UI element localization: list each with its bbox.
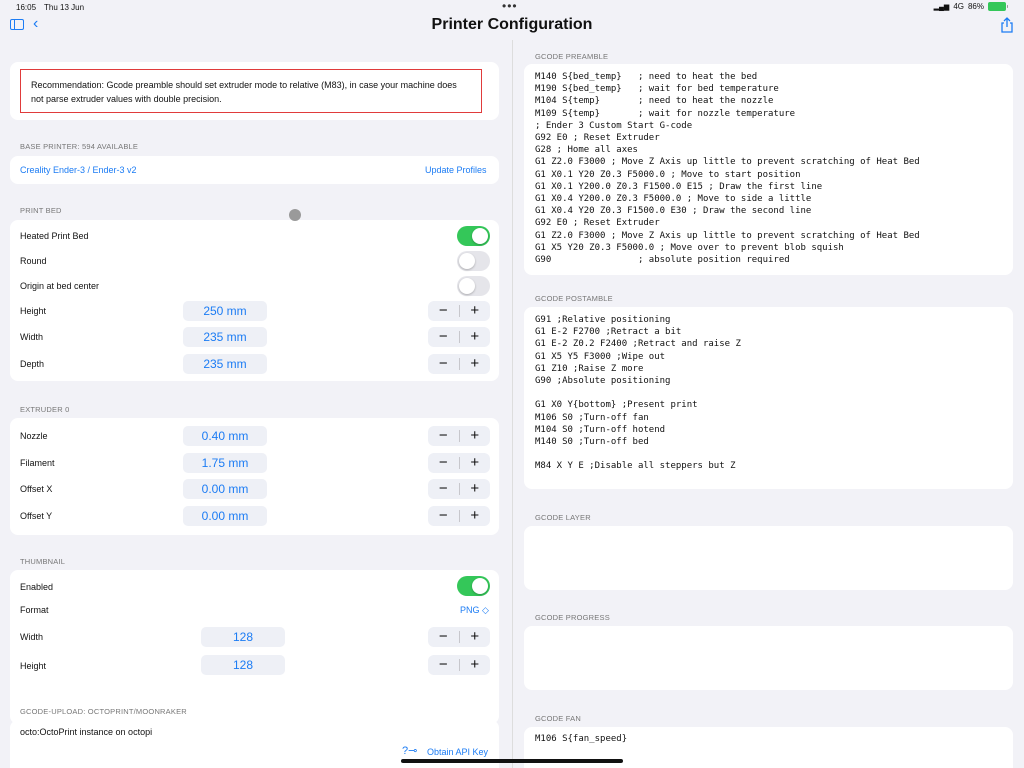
gcode-layer-editor[interactable]	[524, 526, 1013, 590]
minus-icon[interactable]: −	[428, 627, 459, 647]
upload-header: GCODE-UPLOAD: OCTOPRINT/MOONRAKER	[20, 707, 187, 716]
filament-label: Filament	[20, 458, 55, 468]
bed-depth-stepper[interactable]: − +	[428, 354, 490, 374]
origin-center-toggle[interactable]	[457, 276, 490, 296]
recommendation-text: Recommendation: Gcode preamble should se…	[20, 69, 482, 113]
filament-stepper[interactable]: − +	[428, 453, 490, 473]
page-title: Printer Configuration	[431, 16, 593, 33]
obtain-api-key-button[interactable]: Obtain API Key	[427, 747, 488, 757]
gcode-progress-editor[interactable]	[524, 626, 1013, 690]
gcode-layer-header: GCODE LAYER	[535, 513, 591, 522]
signal-icon: ▂▄▆	[933, 3, 950, 11]
gcode-fan-text[interactable]: M106 S{fan_speed}	[535, 733, 627, 745]
filament-field[interactable]: 1.75 mm	[183, 453, 267, 473]
minus-icon[interactable]: −	[428, 453, 459, 473]
plus-icon[interactable]: +	[460, 655, 491, 675]
nozzle-label: Nozzle	[20, 431, 48, 441]
minus-icon[interactable]: −	[428, 506, 459, 526]
right-pane-gcode[interactable]: GCODE PREAMBLE M140 S{bed_temp} ; need t…	[514, 40, 1024, 768]
thumbnail-height-field[interactable]: 128	[201, 655, 285, 675]
bed-depth-field[interactable]: 235 mm	[183, 354, 267, 374]
bed-height-field[interactable]: 250 mm	[183, 301, 267, 321]
battery-percent: 86%	[967, 2, 984, 11]
thumbnail-enabled-label: Enabled	[20, 582, 54, 592]
thumbnail-card	[10, 570, 499, 724]
offset-x-field[interactable]: 0.00 mm	[183, 479, 267, 499]
thumbnail-header: THUMBNAIL	[20, 557, 66, 566]
minus-icon[interactable]: −	[428, 479, 459, 499]
offset-x-label: Offset X	[20, 484, 53, 494]
gcode-postamble-header: GCODE POSTAMBLE	[535, 294, 613, 303]
plus-icon[interactable]: +	[460, 506, 491, 526]
plus-icon[interactable]: +	[460, 354, 491, 374]
scroll-indicator[interactable]	[289, 209, 301, 221]
gcode-fan-header: GCODE FAN	[535, 714, 581, 723]
offset-x-stepper[interactable]: − +	[428, 479, 490, 499]
base-printer-name[interactable]: Creality Ender-3 / Ender-3 v2	[20, 165, 137, 175]
plus-icon[interactable]: +	[460, 426, 491, 446]
heated-bed-label: Heated Print Bed	[20, 231, 89, 241]
status-bar: 16:05 Thu 13 Jun ••• ▂▄▆ 4G 86%	[0, 0, 1024, 14]
base-printer-header: BASE PRINTER: 594 AVAILABLE	[20, 142, 139, 151]
update-profiles-button[interactable]: Update Profiles	[425, 165, 487, 175]
thumbnail-height-stepper[interactable]: − +	[428, 655, 490, 675]
thumbnail-format-label: Format	[20, 605, 49, 615]
share-icon[interactable]	[1000, 17, 1014, 33]
bed-height-stepper[interactable]: − +	[428, 301, 490, 321]
network-label: 4G	[953, 2, 964, 11]
gcode-preamble-header: GCODE PREAMBLE	[535, 52, 609, 61]
thumbnail-width-stepper[interactable]: − +	[428, 627, 490, 647]
gcode-progress-header: GCODE PROGRESS	[535, 613, 610, 622]
home-indicator[interactable]	[401, 759, 623, 763]
bed-width-label: Width	[20, 332, 44, 342]
offset-y-label: Offset Y	[20, 511, 53, 521]
status-date: Thu 13 Jun	[44, 3, 85, 12]
origin-center-label: Origin at bed center	[20, 281, 100, 291]
status-time: 16:05	[16, 3, 37, 12]
left-pane-settings[interactable]: Recommendation: Gcode preamble should se…	[0, 40, 510, 768]
minus-icon[interactable]: −	[428, 655, 459, 675]
print-bed-header: PRINT BED	[20, 206, 62, 215]
thumbnail-format-select[interactable]: PNG ◇	[460, 605, 489, 616]
split-divider[interactable]	[512, 40, 513, 768]
multitasking-dots-icon[interactable]: •••	[502, 0, 518, 12]
bed-height-label: Height	[20, 306, 47, 316]
navigation-bar: ‹ Printer Configuration	[0, 14, 1024, 40]
minus-icon[interactable]: −	[428, 327, 459, 347]
gcode-postamble-text[interactable]: G91 ;Relative positioning G1 E-2 F2700 ;…	[535, 314, 741, 473]
status-indicators: ▂▄▆ 4G 86%	[933, 2, 1008, 11]
bed-width-field[interactable]: 235 mm	[183, 327, 267, 347]
plus-icon[interactable]: +	[460, 453, 491, 473]
nozzle-field[interactable]: 0.40 mm	[183, 426, 267, 446]
key-icon[interactable]: ?⊸	[402, 744, 417, 757]
plus-icon[interactable]: +	[460, 327, 491, 347]
heated-bed-toggle[interactable]	[457, 226, 490, 246]
round-toggle[interactable]	[457, 251, 490, 271]
plus-icon[interactable]: +	[460, 627, 491, 647]
bed-width-stepper[interactable]: − +	[428, 327, 490, 347]
thumbnail-enabled-toggle[interactable]	[457, 576, 490, 596]
plus-icon[interactable]: +	[460, 479, 491, 499]
plus-icon[interactable]: +	[460, 301, 491, 321]
thumbnail-height-label: Height	[20, 661, 47, 671]
gcode-preamble-text[interactable]: M140 S{bed_temp} ; need to heat the bed …	[535, 71, 920, 266]
extruder-header: EXTRUDER 0	[20, 405, 70, 414]
minus-icon[interactable]: −	[428, 354, 459, 374]
thumbnail-width-label: Width	[20, 632, 44, 642]
round-label: Round	[20, 256, 47, 266]
upload-instance-label[interactable]: octo:OctoPrint instance on octopi	[20, 727, 152, 737]
nozzle-stepper[interactable]: − +	[428, 426, 490, 446]
minus-icon[interactable]: −	[428, 301, 459, 321]
bed-depth-label: Depth	[20, 359, 45, 369]
battery-icon	[988, 2, 1008, 11]
offset-y-stepper[interactable]: − +	[428, 506, 490, 526]
offset-y-field[interactable]: 0.00 mm	[183, 506, 267, 526]
minus-icon[interactable]: −	[428, 426, 459, 446]
thumbnail-width-field[interactable]: 128	[201, 627, 285, 647]
